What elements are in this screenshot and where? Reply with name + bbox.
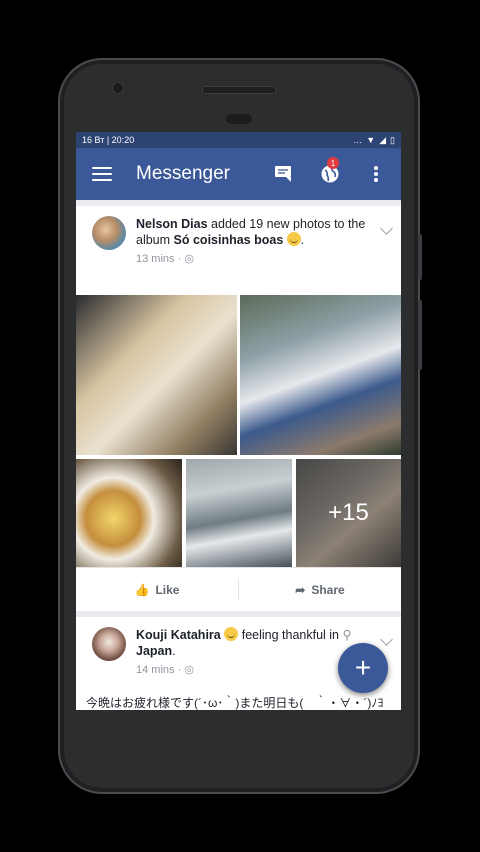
avatar[interactable]: [92, 627, 126, 661]
album-link[interactable]: Só coisinhas boas: [174, 233, 284, 247]
smile-emoji-icon: [224, 627, 239, 641]
share-arrow-icon: ➦: [295, 583, 306, 597]
status-bar: 16 Вт | 20:20 … ▼ ◢ ▯: [76, 132, 401, 148]
location-pin-icon: ⚲: [342, 628, 352, 642]
feed-post: Nelson Dias added 19 new photos to the a…: [76, 206, 401, 611]
avatar[interactable]: [92, 216, 126, 250]
photo-more[interactable]: +15: [296, 459, 401, 567]
place-link[interactable]: Japan: [136, 644, 172, 658]
photo-bread-package[interactable]: [76, 295, 237, 455]
signal-icon: ◢: [379, 134, 387, 145]
post-author[interactable]: Nelson Dias: [136, 217, 208, 231]
photo-onigiri[interactable]: [186, 459, 292, 567]
like-button[interactable]: 👍 Like: [76, 583, 238, 597]
smile-emoji-icon: [286, 232, 301, 246]
globe-icon[interactable]: 1: [319, 157, 341, 185]
thumbs-up-icon: 👍: [134, 583, 150, 597]
app-title: Messenger: [136, 163, 230, 184]
photo-ice-cream-bar[interactable]: [240, 295, 401, 455]
public-globe-icon: ◎: [184, 253, 194, 265]
notification-badge: 1: [327, 157, 339, 169]
screen: 16 Вт | 20:20 … ▼ ◢ ▯ Messenger 1 Nelson…: [76, 132, 401, 710]
proximity-sensor: [226, 114, 252, 124]
app-bar: Messenger 1: [76, 148, 401, 200]
compose-fab-button[interactable]: +: [338, 643, 388, 693]
wifi-icon: ▼: [366, 135, 376, 145]
more-dots-icon: …: [353, 135, 363, 145]
volume-button: [418, 234, 422, 280]
public-globe-icon: ◎: [184, 664, 194, 676]
overflow-menu-icon[interactable]: [365, 163, 387, 185]
earpiece-speaker: [202, 86, 276, 94]
post-actions: 👍 Like ➦ Share: [76, 567, 401, 612]
status-time: 16 Вт | 20:20: [82, 135, 135, 145]
chat-icon[interactable]: [273, 163, 295, 185]
front-camera: [112, 82, 124, 94]
more-photos-count: +15: [328, 499, 369, 526]
menu-icon[interactable]: [92, 167, 112, 181]
post-time: 13 mins ·: [136, 253, 182, 265]
post-time: 14 mins ·: [136, 664, 182, 676]
photo-grid: +15: [76, 295, 401, 567]
power-button: [418, 300, 422, 370]
battery-icon: ▯: [390, 134, 395, 145]
post-text: feeling thankful in: [241, 628, 340, 642]
share-button[interactable]: ➦ Share: [239, 583, 401, 597]
photo-ramen-meal[interactable]: [76, 459, 182, 567]
post-author[interactable]: Kouji Katahira: [136, 628, 221, 642]
